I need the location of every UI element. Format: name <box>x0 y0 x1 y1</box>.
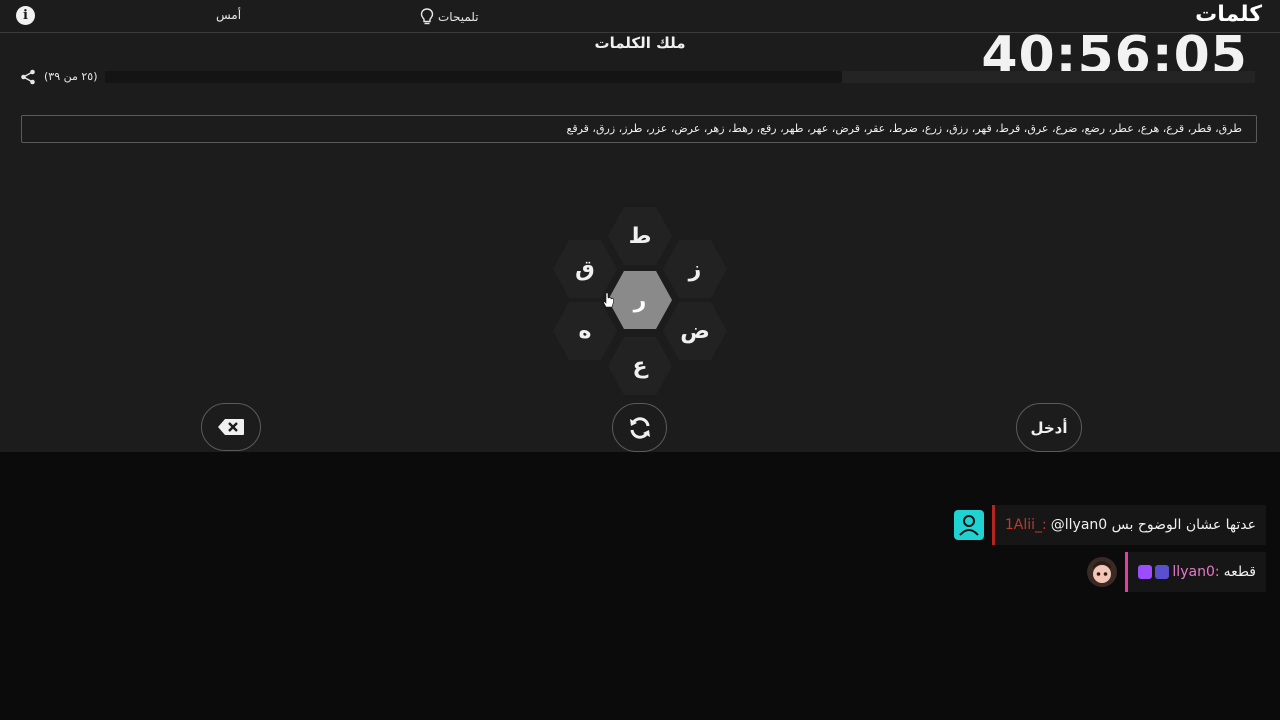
puzzle-title: ملك الكلمات <box>594 34 686 52</box>
share-icon[interactable] <box>20 69 36 85</box>
found-words-list: طرق، قطر، قرع، هرع، عطر، رضع، ضرع، عرق، … <box>566 122 1243 135</box>
avatar <box>1087 557 1118 587</box>
hex-letter-bottom[interactable]: ع <box>608 337 672 395</box>
progress-text: (٢٥ من ٣٩) <box>44 70 98 83</box>
chat-message-text: @llyan0 عدتها عشان الوضوح بس <box>1050 517 1256 533</box>
hex-letter-bottom-right[interactable]: ض <box>663 302 727 360</box>
hex-letter-bottom-left[interactable]: ه <box>553 302 617 360</box>
hex-letter-top-left[interactable]: ق <box>553 240 617 298</box>
lightbulb-icon <box>420 8 434 25</box>
game-panel: كلمات تلميحات أمس i 40:56:05 ملك الكلمات… <box>0 0 1280 452</box>
subscriber-badge-icon <box>1155 565 1170 579</box>
hex-letter-center[interactable]: ر <box>608 271 672 329</box>
shuffle-icon <box>629 416 650 439</box>
chat-message: 1Alii_: @llyan0 عدتها عشان الوضوح بس <box>953 505 1266 545</box>
hints-link[interactable]: تلميحات <box>420 8 479 26</box>
progress-bar <box>105 71 1255 83</box>
chat-username: 1Alii_: <box>1004 517 1047 533</box>
chat-message-body: llyan0: قطعه <box>1125 552 1266 592</box>
enter-button[interactable]: أدخل <box>1016 403 1082 452</box>
found-words-box[interactable]: طرق، قطر، قرع، هرع، عطر، رضع، ضرع، عرق، … <box>21 115 1257 143</box>
girl-avatar-icon <box>1087 557 1118 587</box>
info-icon[interactable]: i <box>16 6 35 25</box>
yesterday-link[interactable]: أمس <box>216 8 241 22</box>
hex-letter-top[interactable]: ط <box>608 207 672 265</box>
app-logo[interactable]: كلمات <box>1195 2 1262 27</box>
chat-username: llyan0: <box>1172 564 1220 580</box>
chat-message: llyan0: قطعه <box>1087 552 1266 592</box>
user-icon <box>953 510 984 540</box>
shuffle-button[interactable] <box>612 403 667 452</box>
backspace-icon <box>218 419 244 435</box>
avatar <box>953 510 984 540</box>
hints-label: تلميحات <box>438 10 479 24</box>
mouse-cursor-icon <box>603 292 614 308</box>
progress-bar-fill <box>105 71 843 83</box>
chat-message-text: قطعه <box>1223 564 1256 580</box>
delete-button[interactable] <box>201 403 261 451</box>
hex-letter-top-right[interactable]: ز <box>663 240 727 298</box>
chat-message-body: 1Alii_: @llyan0 عدتها عشان الوضوح بس <box>991 505 1266 545</box>
star-badge-icon <box>1138 565 1153 579</box>
